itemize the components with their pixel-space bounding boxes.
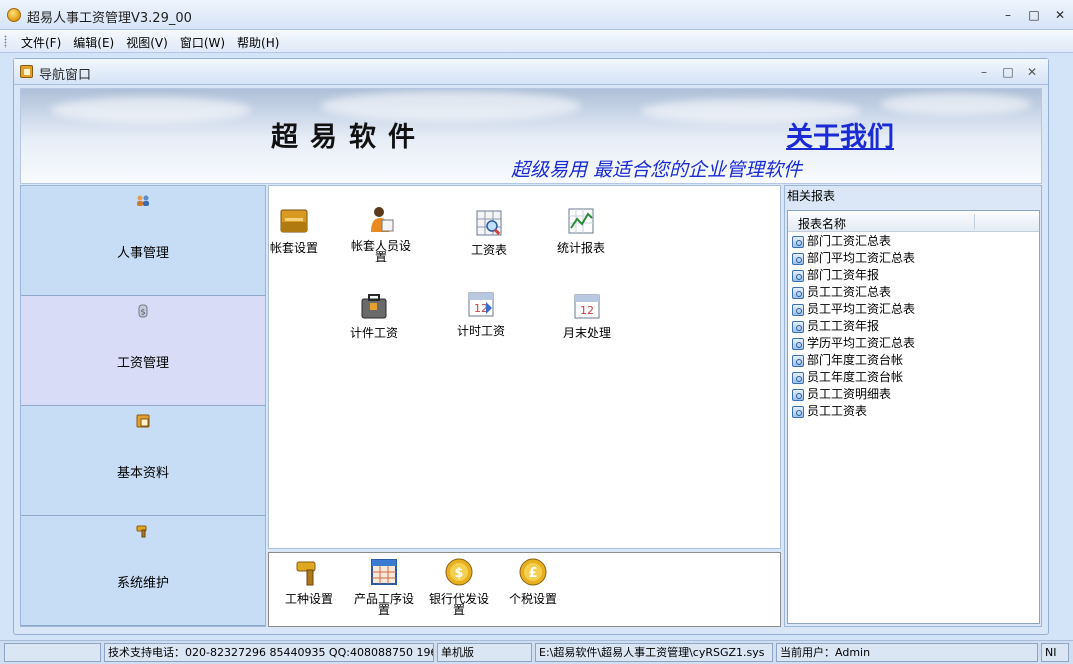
- slogan: 超级易用 最适合您的企业管理软件: [511, 159, 803, 181]
- tile-account-staff-settings[interactable]: 帐套人员设置: [341, 204, 421, 263]
- status-user: 当前用户：Admin: [776, 643, 1038, 662]
- nav-label: 工资管理: [116, 356, 169, 371]
- tile-income-tax-settings[interactable]: £ 个税设置: [493, 557, 573, 605]
- settings-panel: 工种设置 产品工序设置 $ 银行代发设置 £ 个税设置: [268, 552, 781, 627]
- report-icon: [792, 303, 804, 316]
- hammer-icon: [296, 561, 316, 586]
- status-support: 技术支持电话：020-82327296 85440935 QQ:40808875…: [104, 643, 434, 662]
- report-icon: [792, 269, 804, 282]
- coin-icon: $: [445, 558, 473, 586]
- menu-bar: 文件(F) 编辑(E) 视图(V) 窗口(W) 帮助(H): [0, 30, 1073, 53]
- briefcase-icon: [361, 294, 387, 319]
- report-item[interactable]: 部门工资汇总表: [792, 233, 1039, 250]
- reports-header: 相关报表: [787, 189, 836, 203]
- tile-salary-table[interactable]: 工资表: [449, 208, 529, 256]
- window-title: 超易人事工资管理V3.29_00: [27, 11, 192, 26]
- status-bar: 技术支持电话：020-82327296 85440935 QQ:40808875…: [0, 640, 1073, 664]
- tile-job-type-settings[interactable]: 工种设置: [269, 557, 349, 605]
- child-maximize-button[interactable]: □: [996, 59, 1020, 85]
- tile-bank-payroll-settings[interactable]: $ 银行代发设置: [419, 557, 499, 616]
- report-item[interactable]: 部门年度工资台帐: [792, 352, 1039, 369]
- nav-system-maintenance[interactable]: 系统维护: [21, 516, 265, 626]
- status-empty: [4, 643, 101, 662]
- report-item[interactable]: 员工工资年报: [792, 318, 1039, 335]
- navigation-window-title: 导航窗口: [39, 68, 92, 83]
- close-button[interactable]: ✕: [1047, 0, 1073, 30]
- menu-help[interactable]: 帮助(H): [232, 34, 284, 51]
- tile-month-end[interactable]: 12 月末处理: [547, 291, 627, 339]
- tile-account-settings[interactable]: 帐套设置: [254, 206, 334, 254]
- report-icon: [792, 320, 804, 333]
- report-icon: [792, 337, 804, 350]
- reports-list: 报表名称 部门工资汇总表 部门平均工资汇总表 部门工资年报 员工工资汇总表 员工平均工资…: [787, 210, 1040, 624]
- tile-statistics-report[interactable]: 统计报表: [541, 206, 621, 254]
- menu-file[interactable]: 文件(F): [16, 34, 66, 51]
- child-minimize-button[interactable]: –: [972, 59, 996, 85]
- status-path: E:\超易软件\超易人事工资管理\cyRSGZ1.sys: [535, 643, 773, 662]
- tile-hourly-salary[interactable]: 12 计时工资: [441, 289, 521, 337]
- report-item[interactable]: 员工年度工资台帐: [792, 369, 1039, 386]
- calendar-icon: 12: [574, 294, 600, 319]
- menu-edit[interactable]: 编辑(E): [68, 34, 119, 51]
- folder-icon: [280, 209, 308, 233]
- user-icon: [371, 207, 394, 232]
- banner: 超易软件 关于我们 超级易用 最适合您的企业管理软件: [20, 88, 1042, 184]
- report-icon: [792, 252, 804, 265]
- navigation-window: 导航窗口 – □ ✕ 超易软件 关于我们 超级易用 最适合您的企业管理软件 人事…: [13, 58, 1049, 635]
- report-icon: [792, 286, 804, 299]
- report-item[interactable]: 员工工资表: [792, 403, 1039, 420]
- report-item[interactable]: 部门平均工资汇总表: [792, 250, 1039, 267]
- nav-label: 基本资料: [116, 466, 169, 481]
- svg-text:$: $: [454, 566, 463, 581]
- left-navigation: 人事管理 $ 工资管理 基本资料 系统维护: [20, 185, 266, 627]
- line-chart-icon: [568, 208, 594, 234]
- nav-salary-management[interactable]: $ 工资管理: [21, 296, 265, 406]
- report-item[interactable]: 员工工资汇总表: [792, 284, 1039, 301]
- app-icon: [7, 8, 21, 22]
- report-icon: [792, 235, 804, 248]
- grid-search-icon: [476, 210, 502, 236]
- status-num: NI: [1041, 643, 1069, 662]
- tile-piecework-salary[interactable]: 计件工资: [334, 291, 414, 339]
- report-icon: [792, 388, 804, 401]
- nav-label: 人事管理: [116, 246, 169, 261]
- nav-basic-data[interactable]: 基本资料: [21, 406, 265, 516]
- toolbar-grip[interactable]: [4, 35, 7, 48]
- folder-icon: [136, 414, 150, 428]
- svg-text:£: £: [528, 566, 537, 581]
- navigation-window-icon: [20, 65, 33, 78]
- coin-icon: £: [519, 558, 547, 586]
- brand-title: 超易软件: [271, 122, 427, 153]
- svg-text:12: 12: [580, 304, 594, 317]
- title-bar: 超易人事工资管理V3.29_00 – □ ✕: [0, 0, 1073, 30]
- report-icon: [792, 405, 804, 418]
- report-icon: [792, 371, 804, 384]
- report-item[interactable]: 员工平均工资汇总表: [792, 301, 1039, 318]
- hammer-icon: [136, 525, 147, 538]
- status-edition: 单机版: [437, 643, 532, 662]
- tile-product-process-settings[interactable]: 产品工序设置: [344, 557, 424, 616]
- svg-text:12: 12: [474, 302, 488, 315]
- nav-hr-management[interactable]: 人事管理: [21, 186, 265, 296]
- report-item[interactable]: 员工工资明细表: [792, 386, 1039, 403]
- nav-label: 系统维护: [116, 576, 169, 591]
- calendar-icon: 12: [468, 292, 494, 317]
- report-icon: [792, 354, 804, 367]
- navigation-window-titlebar: 导航窗口 – □ ✕: [14, 59, 1048, 85]
- maximize-button[interactable]: □: [1021, 0, 1047, 30]
- menu-window[interactable]: 窗口(W): [175, 34, 230, 51]
- related-reports-panel: 相关报表 报表名称 部门工资汇总表 部门平均工资汇总表 部门工资年报 员工工资汇总表员…: [784, 185, 1042, 627]
- report-item[interactable]: 学历平均工资汇总表: [792, 335, 1039, 352]
- menu-view[interactable]: 视图(V): [121, 34, 173, 51]
- report-item[interactable]: 部门工资年报: [792, 267, 1039, 284]
- money-icon: $: [138, 304, 148, 318]
- function-panel: 帐套设置 帐套人员设置 工资表 统计报表 计件工资 12 计时工资 12 月末处…: [268, 185, 781, 549]
- child-close-button[interactable]: ✕: [1020, 59, 1044, 85]
- table-icon: [371, 559, 397, 585]
- svg-text:$: $: [140, 308, 145, 317]
- minimize-button[interactable]: –: [995, 0, 1021, 30]
- reports-column-header[interactable]: 报表名称: [788, 211, 1039, 232]
- about-us-link[interactable]: 关于我们: [786, 115, 894, 154]
- people-icon: [137, 195, 149, 206]
